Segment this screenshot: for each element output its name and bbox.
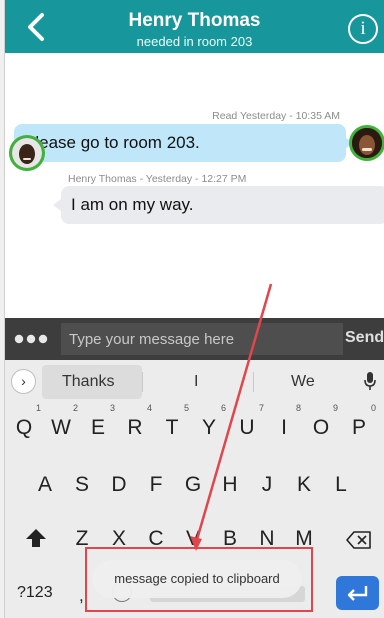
chevron-right-icon[interactable]: › xyxy=(11,369,36,394)
avatar[interactable] xyxy=(9,135,45,171)
key-l[interactable]: L xyxy=(326,473,356,497)
avatar-face-icon xyxy=(352,128,382,158)
avatar[interactable] xyxy=(349,125,384,161)
key-letter: U xyxy=(239,416,255,439)
key-letter: E xyxy=(90,416,105,439)
avatar-face-icon xyxy=(12,138,42,168)
bubble-tail xyxy=(53,199,61,211)
key-number-hint: 4 xyxy=(146,403,152,413)
key-letter: W xyxy=(51,416,71,439)
send-button[interactable]: Send xyxy=(345,329,384,347)
key-number-hint: 0 xyxy=(370,403,376,413)
key-i[interactable]: I8 xyxy=(269,403,301,440)
suggestion-strip: › Thanks I We xyxy=(5,363,384,399)
key-o[interactable]: O9 xyxy=(306,403,338,440)
key-u[interactable]: U7 xyxy=(232,403,264,440)
key-a[interactable]: A xyxy=(30,473,60,497)
outgoing-message-bubble[interactable]: Please go to room 203. xyxy=(14,124,346,162)
backspace-icon[interactable] xyxy=(346,531,372,549)
key-letter: R xyxy=(127,416,143,439)
app-screen: Henry Thomas needed in room 203 i Read Y… xyxy=(0,0,384,618)
key-g[interactable]: G xyxy=(178,473,208,497)
key-f[interactable]: F xyxy=(141,473,171,497)
key-number-hint: 3 xyxy=(109,403,115,413)
key-number-hint: 1 xyxy=(35,403,41,413)
key-number-hint: 6 xyxy=(220,403,226,413)
key-number-hint: 9 xyxy=(332,403,338,413)
key-letter: T xyxy=(165,416,179,439)
key-y[interactable]: Y6 xyxy=(194,403,226,440)
message-list: Read Yesterday - 10:35 AM Please go to r… xyxy=(5,53,384,318)
key-r[interactable]: R4 xyxy=(120,403,152,440)
composer-bar: Send xyxy=(5,318,384,360)
key-k[interactable]: K xyxy=(289,473,319,497)
incoming-message-bubble[interactable]: I am on my way. xyxy=(61,186,384,224)
enter-return-icon xyxy=(347,586,368,601)
suggestion-divider xyxy=(253,372,254,392)
message-input[interactable] xyxy=(61,323,343,355)
key-h[interactable]: H xyxy=(215,473,245,497)
suggestion-divider xyxy=(142,372,143,392)
more-dots-icon[interactable] xyxy=(14,331,50,347)
key-d[interactable]: D xyxy=(104,473,134,497)
key-number-hint: 5 xyxy=(183,403,189,413)
message-meta: Henry Thomas - Yesterday - 12:27 PM xyxy=(68,173,247,185)
enter-key[interactable] xyxy=(336,576,379,610)
key-w[interactable]: W2 xyxy=(46,403,78,440)
contact-name: Henry Thomas xyxy=(128,10,261,31)
key-q[interactable]: Q1 xyxy=(9,403,41,440)
comma-key[interactable]: , xyxy=(79,586,84,606)
annotation-highlight-box xyxy=(85,547,313,612)
key-letter: P xyxy=(351,416,366,439)
key-letter: Q xyxy=(15,416,33,439)
key-letter: I xyxy=(281,416,287,439)
key-e[interactable]: E3 xyxy=(83,403,115,440)
key-p[interactable]: P0 xyxy=(344,403,376,440)
key-letter: O xyxy=(312,416,330,439)
key-number-hint: 8 xyxy=(295,403,301,413)
suggestion-word[interactable]: I xyxy=(194,373,198,391)
message-meta: Read Yesterday - 10:35 AM xyxy=(212,110,340,122)
microphone-icon[interactable] xyxy=(363,371,377,393)
chat-header: Henry Thomas needed in room 203 i xyxy=(5,0,384,53)
key-letter: Y xyxy=(201,416,216,439)
suggestion-word[interactable]: We xyxy=(291,373,315,391)
key-t[interactable]: T5 xyxy=(157,403,189,440)
key-s[interactable]: S xyxy=(67,473,97,497)
suggestion-word[interactable]: Thanks xyxy=(62,373,114,391)
info-circle-icon[interactable]: i xyxy=(348,14,378,44)
key-j[interactable]: J xyxy=(252,473,282,497)
key-number-hint: 7 xyxy=(258,403,264,413)
key-number-hint: 2 xyxy=(72,403,78,413)
symbols-key[interactable]: ?123 xyxy=(17,584,53,602)
conversation-subtitle: needed in room 203 xyxy=(136,34,253,49)
shift-arrow-icon[interactable] xyxy=(25,527,47,549)
